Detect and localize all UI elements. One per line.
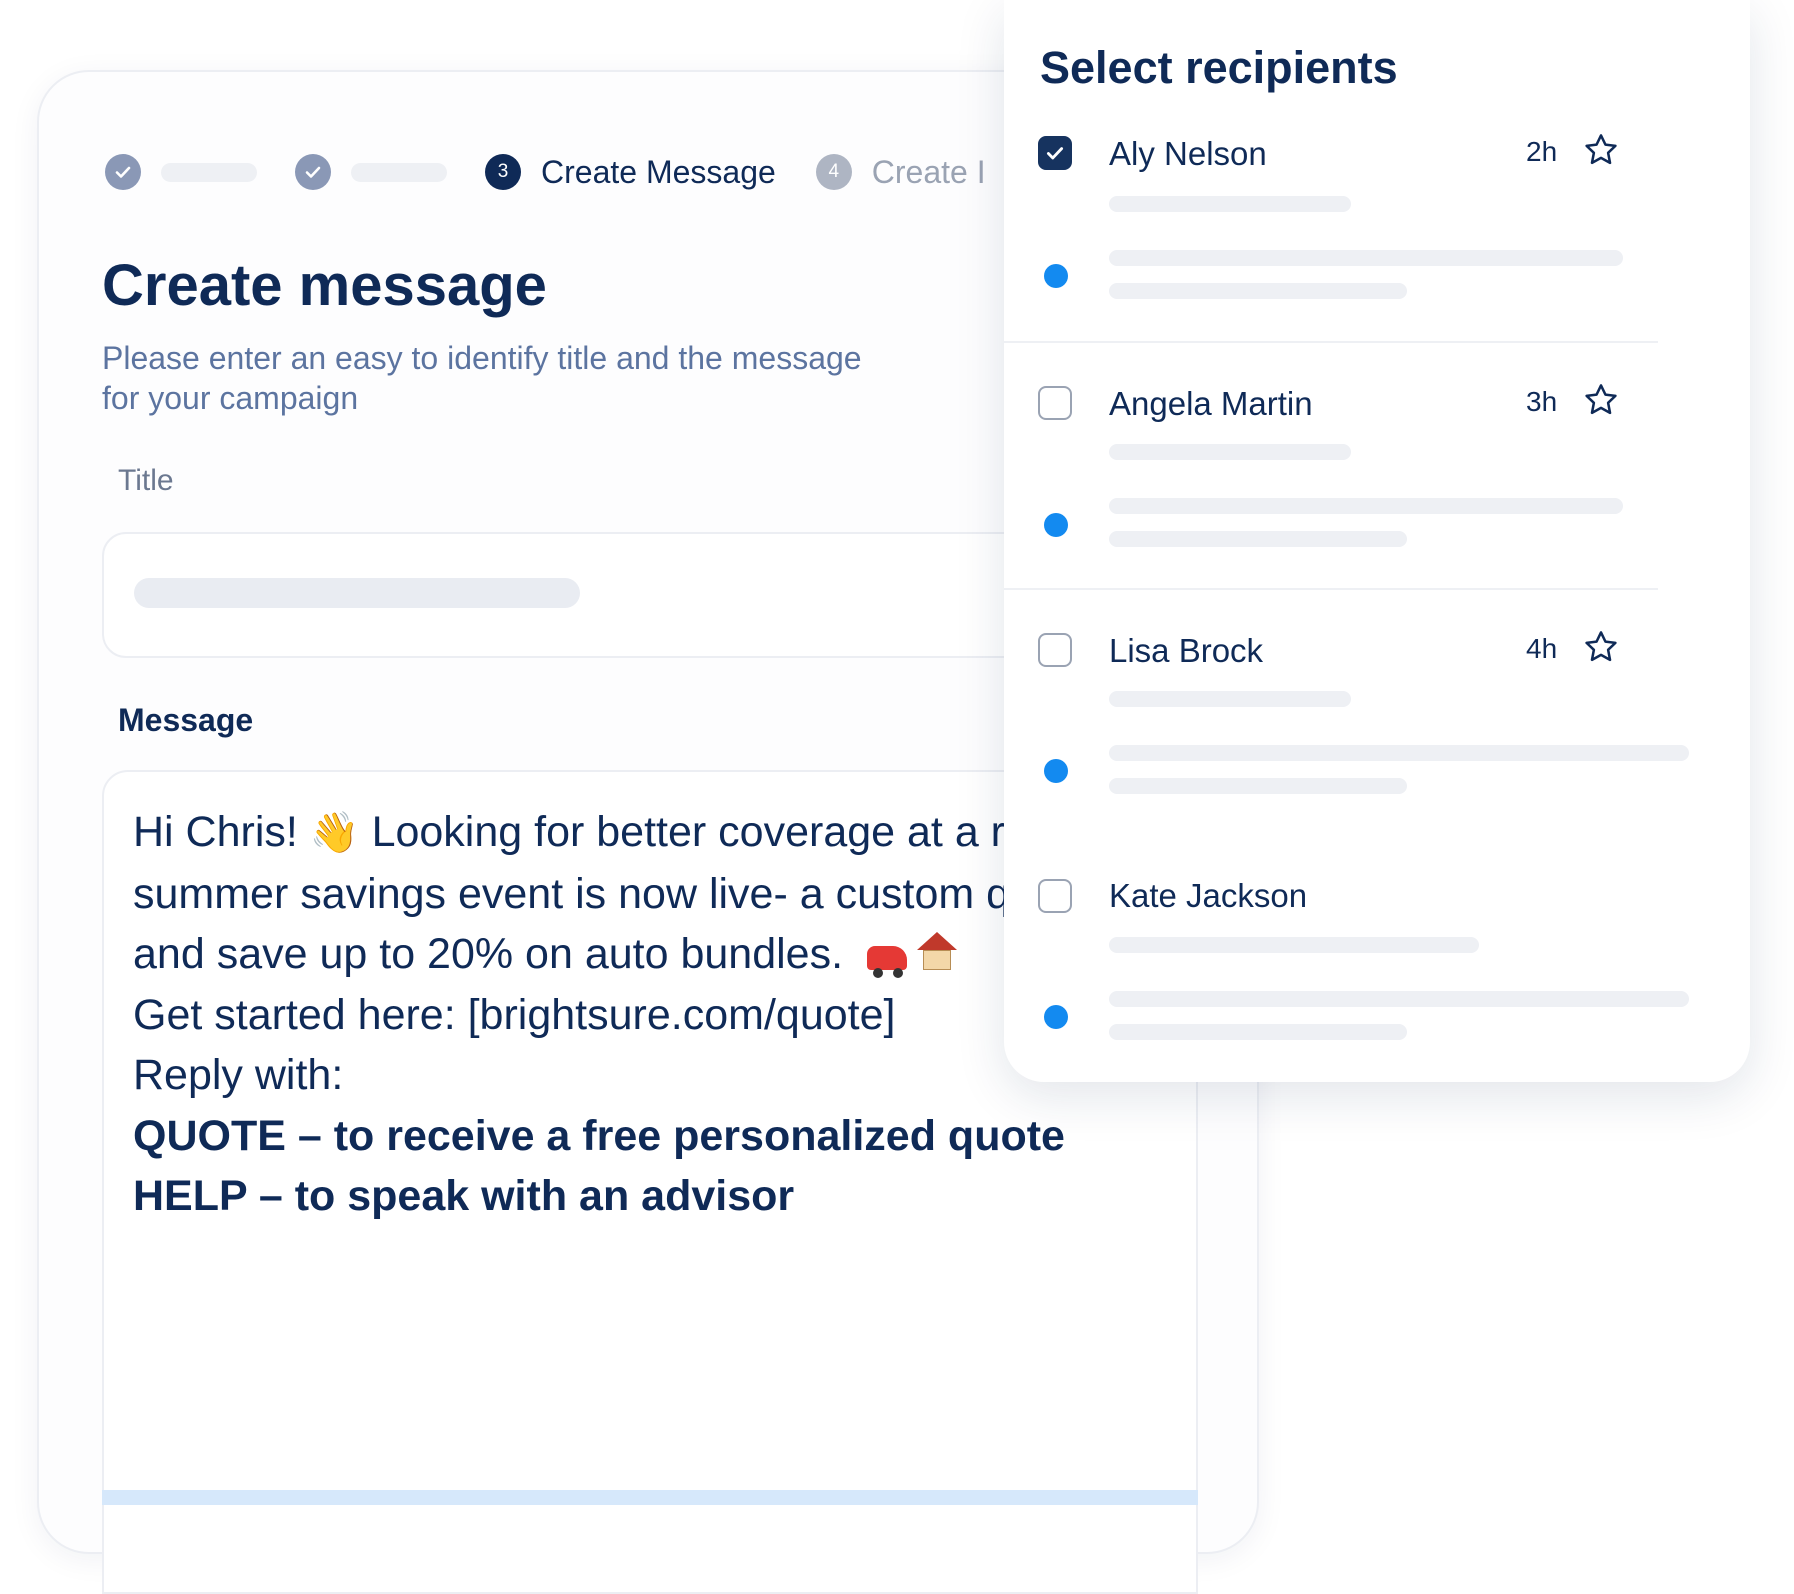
recipient-checkbox[interactable] — [1038, 136, 1072, 170]
unread-indicator — [1044, 264, 1068, 288]
step-1-done-indicator[interactable] — [105, 154, 141, 190]
step-3-number[interactable]: 3 — [485, 154, 521, 190]
star-icon[interactable] — [1582, 131, 1620, 169]
unread-indicator — [1044, 759, 1068, 783]
title-field-label: Title — [118, 464, 174, 497]
star-icon[interactable] — [1582, 628, 1620, 666]
recipient-checkbox[interactable] — [1038, 386, 1072, 420]
recipient-name: Kate Jackson — [1109, 877, 1308, 914]
recipient-checkbox[interactable] — [1038, 879, 1072, 913]
recipient-preview-placeholder — [1109, 196, 1351, 212]
recipient-preview-placeholder — [1109, 937, 1479, 953]
waving-hand-icon: 👋 — [309, 811, 360, 855]
title-input-placeholder — [134, 578, 580, 608]
recipient-preview-placeholder — [1109, 444, 1351, 460]
page-subtitle: Please enter an easy to identify title a… — [102, 340, 862, 416]
page-title: Create message — [102, 253, 547, 318]
recipient-preview-placeholder — [1109, 250, 1623, 266]
message-greeting: Hi Chris! — [133, 808, 298, 856]
step-4-label[interactable]: Create I — [872, 154, 986, 191]
recipient-time: 3h — [1526, 386, 1558, 417]
step-4-number[interactable]: 4 — [815, 154, 852, 190]
check-icon — [305, 166, 321, 178]
recipients-title: Select recipients — [1040, 42, 1398, 93]
recipient-preview-placeholder — [1109, 778, 1407, 794]
check-icon — [115, 166, 131, 178]
star-icon[interactable] — [1582, 381, 1620, 419]
recipient-name: Lisa Brock — [1109, 632, 1264, 669]
message-field-label: Message — [118, 702, 254, 738]
stepper: 3 Create Message 4 Create I — [105, 142, 1026, 202]
step-2-done-indicator[interactable] — [295, 154, 331, 190]
recipient-preview-placeholder — [1109, 498, 1623, 514]
recipient-preview-placeholder — [1109, 691, 1351, 707]
car-icon — [867, 946, 907, 978]
recipient-preview-placeholder — [1109, 531, 1407, 547]
recipient-preview-placeholder — [1109, 283, 1407, 299]
unread-indicator — [1044, 1005, 1068, 1029]
recipient-preview-placeholder — [1109, 1024, 1407, 1040]
step-2-label-placeholder — [351, 162, 447, 182]
check-icon — [1046, 147, 1064, 160]
recipient-time: 4h — [1526, 633, 1558, 664]
recipient-checkbox[interactable] — [1038, 633, 1072, 667]
recipient-time: 2h — [1526, 136, 1558, 167]
message-quote-option: QUOTE – to receive a free personalized q… — [133, 1111, 1065, 1160]
unread-indicator — [1044, 513, 1068, 537]
house-icon — [917, 932, 957, 972]
step-1-label-placeholder — [161, 162, 257, 182]
step-3-label[interactable]: Create Message — [541, 154, 776, 191]
recipient-preview-placeholder — [1109, 991, 1689, 1007]
recipient-name: Angela Martin — [1109, 385, 1313, 422]
divider — [1004, 588, 1658, 590]
recipient-name: Aly Nelson — [1109, 135, 1267, 172]
divider — [1004, 341, 1658, 343]
recipients-panel: Select recipients Aly Nelson 2h Angela M… — [1004, 0, 1750, 1082]
recipient-preview-placeholder — [1109, 745, 1689, 761]
message-help-option: HELP – to speak with an advisor — [133, 1172, 795, 1220]
